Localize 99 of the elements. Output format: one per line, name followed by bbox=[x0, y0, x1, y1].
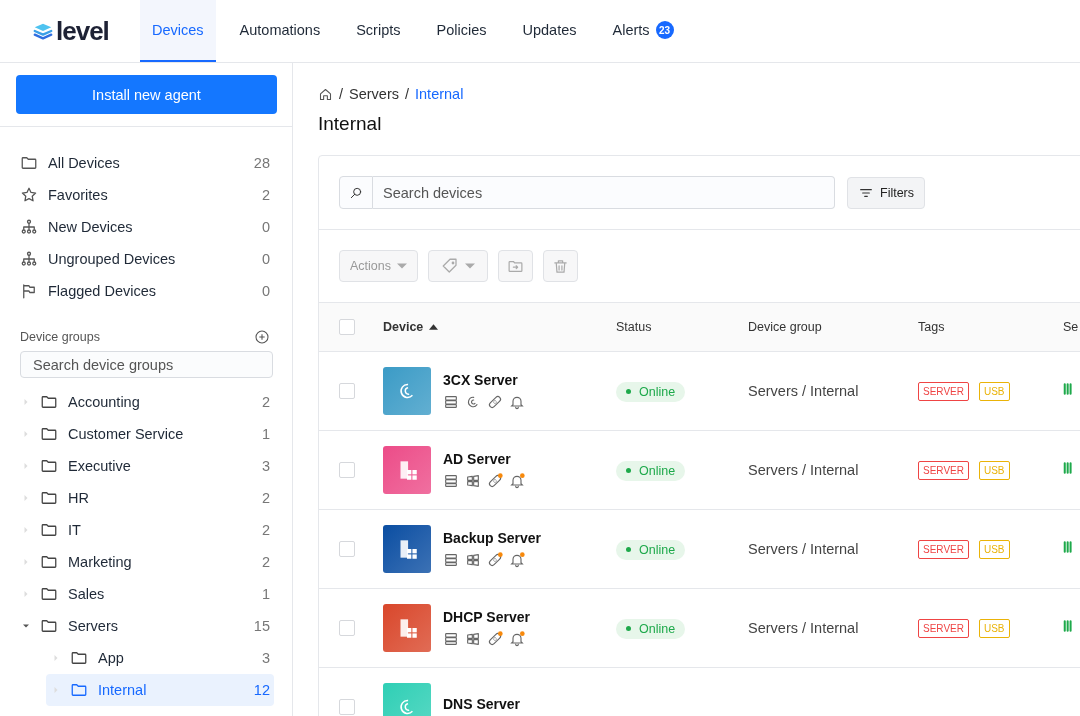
device-group: Servers / Internal bbox=[748, 541, 859, 557]
tag: USB bbox=[978, 539, 1010, 559]
delete-button[interactable] bbox=[543, 250, 578, 282]
caret-icon bbox=[397, 263, 407, 269]
tag: SERVER bbox=[918, 381, 969, 401]
device-name[interactable]: DNS Server bbox=[443, 696, 521, 712]
column-header[interactable]: Tags bbox=[918, 320, 945, 334]
search-field[interactable]: Search devices bbox=[373, 176, 835, 209]
group-item[interactable]: HR 2 bbox=[20, 482, 274, 514]
device-name[interactable]: AD Server bbox=[443, 451, 525, 467]
tag: USB bbox=[978, 618, 1010, 638]
column-header[interactable]: Device bbox=[383, 320, 424, 334]
device-group: Servers / Internal bbox=[748, 383, 859, 399]
sort-icon[interactable] bbox=[429, 324, 439, 330]
group-item[interactable]: Executive 3 bbox=[20, 450, 274, 482]
breadcrumb-separator: / bbox=[339, 86, 344, 102]
device-name[interactable]: DHCP Server bbox=[443, 609, 530, 625]
tag: SERVER bbox=[918, 618, 969, 638]
column-header[interactable]: Se bbox=[1063, 320, 1079, 334]
star-icon bbox=[20, 186, 38, 204]
status-pill: Online bbox=[616, 381, 686, 402]
folder-icon bbox=[20, 154, 38, 172]
tag: USB bbox=[978, 460, 1010, 480]
sidebar-item[interactable]: New Devices 0 bbox=[20, 211, 270, 243]
row-checkbox[interactable] bbox=[339, 541, 355, 557]
device-name[interactable]: 3CX Server bbox=[443, 372, 525, 388]
folder-icon bbox=[40, 585, 58, 603]
status-pill: Online bbox=[616, 539, 686, 560]
group-item[interactable]: IT 2 bbox=[20, 514, 274, 546]
nav-tab[interactable]: Automations bbox=[227, 0, 333, 62]
search-icon[interactable] bbox=[339, 176, 373, 209]
server-icon bbox=[443, 394, 459, 410]
folder-icon bbox=[40, 617, 58, 635]
group-item[interactable]: Customer Service 1 bbox=[20, 418, 274, 450]
nav-tab[interactable]: Updates bbox=[510, 0, 589, 62]
filters-button[interactable]: Filters bbox=[847, 176, 926, 209]
row-checkbox[interactable] bbox=[339, 383, 355, 399]
sidebar-item[interactable]: All Devices 28 bbox=[20, 147, 270, 179]
group-item[interactable]: Internal 12 bbox=[46, 674, 274, 706]
search-field[interactable]: Search device groups bbox=[20, 351, 273, 378]
install-button[interactable]: Install new agent bbox=[16, 75, 277, 114]
tag: USB bbox=[978, 381, 1010, 401]
group-item[interactable]: Servers 15 bbox=[20, 610, 274, 642]
folder-icon bbox=[70, 681, 88, 699]
trash-icon bbox=[552, 257, 569, 275]
nav-tab[interactable]: Devices bbox=[140, 0, 216, 62]
hierarchy-icon bbox=[20, 218, 38, 236]
row-checkbox[interactable] bbox=[339, 699, 355, 715]
caret-icon bbox=[465, 263, 475, 269]
breadcrumb-link[interactable]: Internal bbox=[415, 86, 464, 102]
count-badge: 23 bbox=[655, 21, 674, 39]
nav-tab[interactable]: Scripts bbox=[344, 0, 413, 62]
section-title: Device groups bbox=[20, 330, 100, 344]
device-group: Servers / Internal bbox=[748, 462, 859, 478]
flag-icon bbox=[20, 282, 38, 300]
group-item[interactable]: Sales 1 bbox=[20, 578, 274, 610]
hierarchy-icon bbox=[20, 250, 38, 268]
swirl-icon bbox=[465, 394, 481, 410]
status-pill: Online bbox=[616, 460, 686, 481]
nav-tab[interactable]: Alerts 23 bbox=[600, 0, 686, 62]
status-pill: Online bbox=[616, 618, 686, 639]
windows-icon bbox=[465, 473, 481, 489]
sidebar-item[interactable]: Ungrouped Devices 0 bbox=[20, 243, 270, 275]
device-group: Servers / Internal bbox=[748, 620, 859, 636]
sidebar-item[interactable]: Favorites 2 bbox=[20, 179, 270, 211]
group-item[interactable]: Marketing 2 bbox=[20, 546, 274, 578]
tag-icon bbox=[441, 257, 459, 275]
folder-icon bbox=[40, 553, 58, 571]
page-title: Internal bbox=[318, 113, 383, 135]
folder-icon bbox=[40, 521, 58, 539]
move-button[interactable] bbox=[498, 250, 533, 282]
windows-icon bbox=[465, 631, 481, 647]
breadcrumb-link[interactable]: Servers bbox=[349, 86, 399, 102]
breadcrumb-separator: / bbox=[405, 86, 410, 102]
sidebar-item[interactable]: Flagged Devices 0 bbox=[20, 275, 270, 307]
windows-icon bbox=[465, 552, 481, 568]
device-name[interactable]: Backup Server bbox=[443, 530, 542, 546]
server-icon bbox=[443, 552, 459, 568]
add-icon[interactable] bbox=[254, 329, 270, 345]
row-checkbox[interactable] bbox=[339, 462, 355, 478]
folder-icon bbox=[40, 457, 58, 475]
group-item[interactable]: Accounting 2 bbox=[20, 386, 274, 418]
tag-button[interactable] bbox=[428, 250, 488, 282]
home-icon bbox=[318, 86, 333, 102]
server-icon bbox=[443, 473, 459, 489]
tag: SERVER bbox=[918, 539, 969, 559]
tag: SERVER bbox=[918, 460, 969, 480]
group-item[interactable]: App 3 bbox=[46, 642, 274, 674]
folder-icon bbox=[70, 649, 88, 667]
folder-icon bbox=[40, 393, 58, 411]
row-checkbox[interactable] bbox=[339, 620, 355, 636]
folder-icon bbox=[40, 489, 58, 507]
folder-icon bbox=[40, 425, 58, 443]
server-icon bbox=[443, 631, 459, 647]
select-all-checkbox[interactable] bbox=[339, 319, 355, 335]
nav-tab[interactable]: Policies bbox=[424, 0, 499, 62]
logo-text: level bbox=[56, 15, 109, 47]
column-header[interactable]: Device group bbox=[748, 320, 822, 334]
column-header[interactable]: Status bbox=[616, 320, 652, 334]
